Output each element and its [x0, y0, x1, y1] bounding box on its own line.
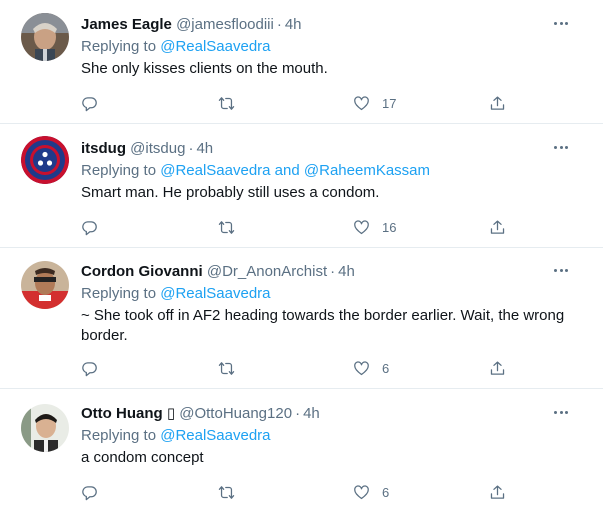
retweet-icon [218, 96, 235, 110]
reply-button[interactable] [81, 482, 98, 502]
reply-icon [82, 220, 97, 235]
action-bar: 6 [81, 358, 511, 378]
replying-to-link[interactable]: @RealSaavedra [160, 285, 270, 302]
replying-to-label: Replying to [81, 427, 157, 444]
reply-button[interactable] [81, 93, 98, 113]
tweet-header: Otto Huang ▯ @OttoHuang120 · 4h [81, 404, 587, 424]
avatar[interactable] [21, 136, 69, 184]
like-count: 16 [382, 219, 397, 235]
action-bar: 17 [81, 93, 511, 113]
replying-to: Replying to @RealSaavedra [81, 37, 587, 57]
more-icon[interactable] [549, 402, 573, 422]
separator-dot: · [295, 405, 301, 422]
replying-to-link-2[interactable]: @RaheemKassam [304, 162, 430, 179]
tweet-text: Smart man. He probably still uses a cond… [81, 184, 380, 201]
separator-dot: · [188, 140, 194, 157]
like-icon [354, 219, 369, 234]
share-icon [490, 95, 505, 110]
timestamp[interactable]: 4h [196, 140, 213, 157]
share-button[interactable] [489, 93, 506, 113]
user-handle[interactable]: @OttoHuang120 [179, 405, 292, 422]
like-icon [354, 360, 369, 375]
tweet-header: Cordon Giovanni @Dr_AnonArchist · 4h [81, 262, 587, 282]
retweet-button[interactable] [218, 217, 235, 237]
replying-to-joiner: and [270, 162, 304, 179]
like-icon [354, 95, 369, 110]
timestamp[interactable]: 4h [285, 16, 302, 33]
share-button[interactable] [489, 358, 506, 378]
display-name[interactable]: itsdug [81, 140, 126, 157]
more-icon[interactable] [549, 137, 573, 157]
user-handle[interactable]: @jamesfloodiii [176, 16, 274, 33]
replying-to-label: Replying to [81, 38, 157, 55]
retweet-icon [218, 361, 235, 375]
more-icon[interactable] [549, 260, 573, 280]
share-button[interactable] [489, 217, 506, 237]
replying-to-link[interactable]: @RealSaavedra [160, 162, 270, 179]
display-name[interactable]: James Eagle [81, 16, 172, 33]
reply-button[interactable] [81, 217, 98, 237]
tweet[interactable]: Cordon Giovanni @Dr_AnonArchist · 4h Reply… [0, 248, 603, 389]
more-icon[interactable] [549, 13, 573, 33]
retweet-icon [218, 485, 235, 499]
avatar[interactable] [21, 261, 69, 309]
like-button[interactable]: 16 [353, 217, 396, 237]
tweet[interactable]: itsdug @itsdug · 4h Replying to @RealSaave… [0, 124, 603, 248]
action-bar: 16 [81, 217, 511, 237]
share-button[interactable] [489, 482, 506, 502]
separator-dot: · [276, 16, 282, 33]
reply-icon [82, 361, 97, 376]
display-name[interactable]: Otto Huang ▯ [81, 405, 175, 422]
reply-icon [82, 96, 97, 111]
reply-feed: James Eagle @jamesfloodiii · 4h Replying t… [0, 0, 603, 514]
tweet-text: ~ She took off in AF2 heading towards th… [81, 307, 565, 344]
replying-to-label: Replying to [81, 162, 157, 179]
replying-to: Replying to @RealSaavedra [81, 426, 587, 446]
like-icon [354, 484, 369, 499]
replying-to-link[interactable]: @RealSaavedra [160, 38, 270, 55]
tweet[interactable]: James Eagle @jamesfloodiii · 4h Replying t… [0, 0, 603, 124]
like-count: 6 [382, 360, 390, 376]
share-icon [490, 360, 505, 375]
action-bar: 6 [81, 482, 511, 502]
reply-button[interactable] [81, 358, 98, 378]
retweet-button[interactable] [218, 358, 235, 378]
like-button[interactable]: 6 [353, 358, 389, 378]
avatar[interactable] [21, 404, 69, 452]
retweet-button[interactable] [218, 482, 235, 502]
like-count: 6 [382, 484, 390, 500]
like-button[interactable]: 17 [353, 93, 396, 113]
like-count: 17 [382, 95, 397, 111]
tweet[interactable]: Otto Huang ▯ @OttoHuang120 · 4h Replying t… [0, 389, 603, 514]
separator-dot: · [330, 263, 336, 280]
share-icon [490, 219, 505, 234]
share-icon [490, 484, 505, 499]
retweet-icon [218, 220, 235, 234]
replying-to-label: Replying to [81, 285, 157, 302]
tweet-header: itsdug @itsdug · 4h [81, 139, 587, 159]
reply-icon [82, 485, 97, 500]
user-handle[interactable]: @Dr_AnonArchist [207, 263, 327, 280]
tweet-text: She only kisses clients on the mouth. [81, 60, 328, 77]
timestamp[interactable]: 4h [303, 405, 320, 422]
tweet-header: James Eagle @jamesfloodiii · 4h [81, 15, 587, 35]
avatar[interactable] [21, 13, 69, 61]
tweet-text: a condom concept [81, 449, 204, 466]
replying-to: Replying to @RealSaavedra [81, 284, 587, 304]
user-handle[interactable]: @itsdug [130, 140, 185, 157]
timestamp[interactable]: 4h [338, 263, 355, 280]
like-button[interactable]: 6 [353, 482, 389, 502]
replying-to-link[interactable]: @RealSaavedra [160, 427, 270, 444]
retweet-button[interactable] [218, 93, 235, 113]
replying-to: Replying to @RealSaavedra and @RaheemKas… [81, 161, 587, 181]
display-name[interactable]: Cordon Giovanni [81, 263, 203, 280]
